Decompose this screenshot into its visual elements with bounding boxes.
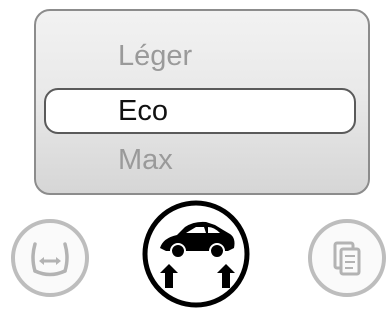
mode-selector-panel: Léger Eco Max	[34, 9, 370, 195]
tire-pressure-icon	[11, 219, 89, 297]
copy-pages-icon	[308, 219, 386, 297]
mode-option-max[interactable]: Max	[36, 143, 368, 177]
car-lift-button[interactable]	[142, 200, 250, 308]
mode-option-eco-selected[interactable]: Eco	[44, 88, 356, 134]
mode-option-leger[interactable]: Léger	[36, 39, 368, 73]
tire-pressure-button[interactable]	[10, 218, 90, 298]
car-lift-icon	[142, 200, 250, 308]
copy-pages-button[interactable]	[307, 218, 387, 298]
